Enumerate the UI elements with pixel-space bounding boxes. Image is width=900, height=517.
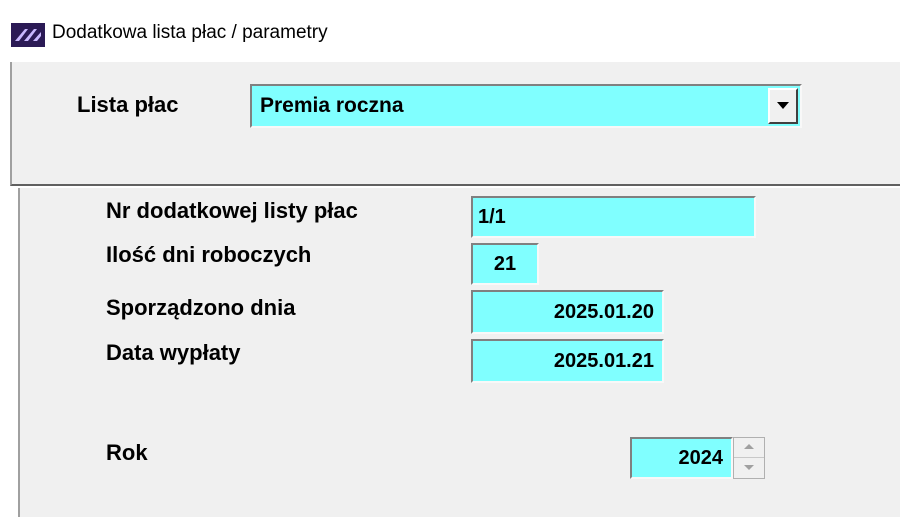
app-icon: [11, 23, 45, 47]
working-days-field[interactable]: 21: [471, 243, 539, 285]
year-label: Rok: [106, 440, 148, 465]
year-field[interactable]: 2024: [630, 437, 733, 479]
payment-date-label: Data wypłaty: [106, 340, 241, 365]
working-days-label: Ilość dni roboczych: [106, 242, 312, 267]
year-value: 2024: [678, 447, 724, 469]
window-title: Dodatkowa lista płac / parametry: [52, 22, 328, 43]
payroll-list-selected-value: Premia roczna: [260, 94, 404, 117]
payment-date-value: 2025.01.21: [553, 350, 654, 372]
chevron-up-icon: [744, 444, 754, 449]
prepared-on-field[interactable]: 2025.01.20: [471, 290, 664, 334]
working-days-value: 21: [493, 253, 517, 275]
year-spinner[interactable]: [733, 437, 765, 479]
payroll-list-select[interactable]: Premia roczna: [250, 84, 802, 128]
payroll-list-dropdown-button[interactable]: [768, 88, 798, 124]
title-bar: Dodatkowa lista płac / parametry: [10, 10, 900, 60]
payroll-list-label: Lista płac: [77, 92, 179, 117]
list-number-field[interactable]: 1/1: [471, 196, 756, 238]
year-increment-button[interactable]: [734, 438, 764, 458]
chevron-down-icon: [744, 465, 754, 470]
list-number-value: 1/1: [478, 206, 506, 228]
prepared-on-label: Sporządzono dnia: [106, 295, 296, 320]
prepared-on-value: 2025.01.20: [553, 301, 654, 323]
dialog-window: Dodatkowa lista płac / parametry Lista p…: [0, 0, 900, 517]
chevron-down-icon: [777, 102, 789, 109]
list-number-label: Nr dodatkowej listy płac: [106, 198, 358, 223]
payment-date-field[interactable]: 2025.01.21: [471, 339, 664, 383]
year-decrement-button[interactable]: [734, 458, 764, 478]
